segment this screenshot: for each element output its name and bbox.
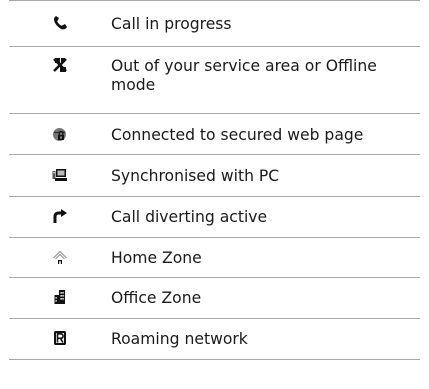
- icon-cell: [9, 167, 111, 183]
- icon-cell: [9, 126, 111, 142]
- no-service-icon: [52, 57, 68, 73]
- office-building-icon: [52, 289, 68, 305]
- pc-sync-icon: [52, 167, 68, 183]
- legend-description: Synchronised with PC: [111, 167, 280, 185]
- phone-handset-icon: [52, 15, 68, 31]
- legend-row: Synchronised with PC: [9, 154, 420, 196]
- icon-cell: [9, 208, 111, 224]
- legend-row: Call in progress: [9, 0, 420, 46]
- icon-cell: [9, 15, 111, 31]
- legend-row: Home Zone: [9, 237, 420, 277]
- roaming-r-icon: [52, 330, 68, 346]
- legend-description: Connected to secured web page: [111, 126, 364, 144]
- icon-cell: [9, 289, 111, 305]
- legend-description: Office Zone: [111, 289, 202, 307]
- legend-row: Connected to secured web page: [9, 113, 420, 154]
- legend-row: Call diverting active: [9, 196, 420, 237]
- status-icon-legend-table: Call in progress Out of your service are…: [9, 0, 420, 360]
- legend-description: Call diverting active: [111, 208, 268, 226]
- legend-row: Office Zone: [9, 277, 420, 318]
- legend-description: Home Zone: [111, 249, 202, 267]
- legend-description: Call in progress: [111, 15, 232, 33]
- call-divert-arrow-icon: [52, 208, 68, 224]
- legend-row: Out of your service area or Offline mode: [9, 46, 420, 113]
- legend-description: Out of your service area or Offline mode: [111, 57, 377, 94]
- icon-cell: [9, 57, 111, 73]
- icon-cell: [9, 330, 111, 346]
- home-zone-icon: [52, 249, 68, 265]
- icon-cell: [9, 249, 111, 265]
- legend-description: Roaming network: [111, 330, 248, 348]
- secure-lock-globe-icon: [52, 126, 68, 142]
- legend-row: Roaming network: [9, 318, 420, 360]
